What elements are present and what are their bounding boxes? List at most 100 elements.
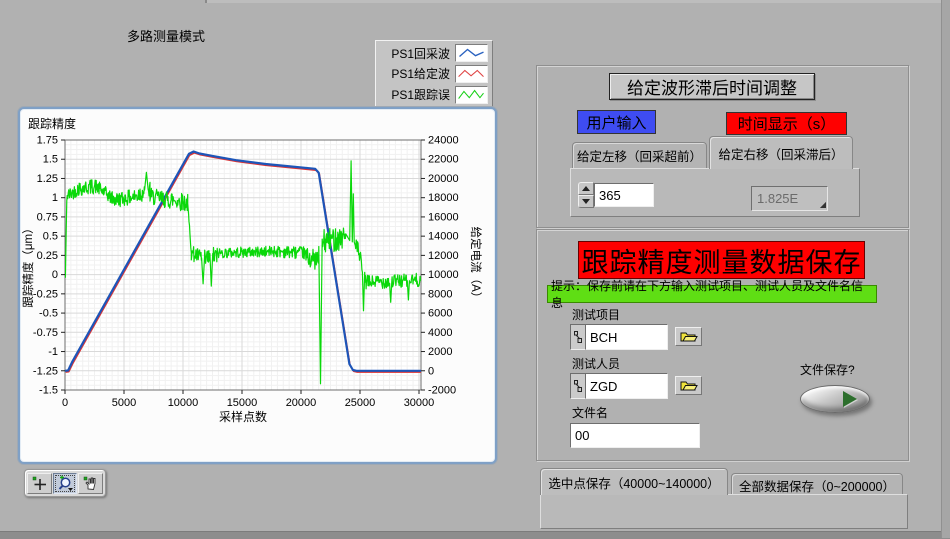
- folder-icon: [680, 330, 698, 343]
- resize-corner-icon: ◢: [820, 201, 826, 209]
- svg-text:18000: 18000: [428, 192, 459, 204]
- svg-text:12000: 12000: [428, 250, 459, 262]
- legend-line-icon[interactable]: [455, 44, 488, 62]
- svg-text:24000: 24000: [428, 135, 459, 147]
- graph-tool-palette: [24, 469, 106, 497]
- save-panel-title: 跟踪精度测量数据保存: [578, 241, 865, 279]
- file-save-button[interactable]: [800, 385, 870, 413]
- tab-label: 选中点保存（40000~140000）: [548, 473, 719, 492]
- svg-text:0.75: 0.75: [37, 211, 58, 223]
- svg-text:14000: 14000: [428, 231, 459, 243]
- labview-front-panel: { "header": { "mode_label": "多路测量模式" }, …: [0, 0, 950, 538]
- tab-label: 全部数据保存（0~200000）: [739, 476, 895, 495]
- svg-text:2000: 2000: [428, 346, 452, 358]
- svg-text:-2000: -2000: [428, 385, 456, 397]
- legend-label: PS1给定波: [391, 65, 450, 82]
- test-project-browse-button[interactable]: [675, 327, 702, 346]
- magnifier-icon: [57, 475, 74, 492]
- test-person-field: [570, 373, 668, 399]
- svg-text:20000: 20000: [286, 397, 317, 409]
- svg-text:0.5: 0.5: [43, 231, 58, 243]
- legend-item-error[interactable]: PS1跟踪误: [380, 85, 488, 105]
- spinner-down-icon: [582, 199, 590, 204]
- svg-text:0: 0: [428, 365, 434, 377]
- svg-text:4000: 4000: [428, 327, 452, 339]
- save-hint: 提示：保存前请在下方输入测试项目、测试人员及文件名信息: [547, 285, 877, 303]
- svg-text:跟踪精度（μm）: 跟踪精度（μm）: [21, 222, 35, 307]
- led-arrow-icon: [843, 391, 857, 407]
- legend-label: PS1回采波: [391, 45, 450, 62]
- svg-text:1.25: 1.25: [37, 173, 58, 185]
- svg-text:15000: 15000: [227, 397, 258, 409]
- graph-plot-area[interactable]: 0500010000150002000025000300001.751.51.2…: [20, 109, 495, 462]
- tab-save-all-data[interactable]: 全部数据保存（0~200000）: [731, 473, 903, 496]
- svg-text:给定电流（A）: 给定电流（A）: [469, 227, 483, 304]
- svg-text:-0.75: -0.75: [33, 327, 58, 339]
- svg-text:-1.25: -1.25: [33, 365, 58, 377]
- folder-icon: [680, 379, 698, 392]
- legend-item-readback[interactable]: PS1回采波: [380, 43, 488, 63]
- test-project-field: [570, 324, 668, 350]
- file-save-label: 文件保存?: [800, 361, 855, 378]
- svg-text:1.5: 1.5: [43, 154, 58, 166]
- svg-text:1: 1: [52, 192, 58, 204]
- tab-save-selected-points[interactable]: 选中点保存（40000~140000）: [540, 468, 728, 495]
- plot-legend: PS1回采波 PS1给定波 PS1跟踪误: [375, 40, 493, 108]
- svg-text:8000: 8000: [428, 288, 452, 300]
- tab-shift-left[interactable]: 给定左移（回采超前）: [572, 142, 707, 168]
- svg-text:10000: 10000: [428, 269, 459, 281]
- hand-icon: [82, 475, 99, 492]
- legend-line-icon[interactable]: [455, 65, 488, 83]
- legend-label: PS1跟踪误: [391, 86, 450, 103]
- time-value-display: 1.825E ◢: [751, 186, 828, 211]
- shift-value-spinner: [578, 182, 594, 208]
- svg-text:10000: 10000: [168, 397, 199, 409]
- svg-text:16000: 16000: [428, 211, 459, 223]
- svg-text:25000: 25000: [345, 397, 376, 409]
- svg-text:0: 0: [62, 397, 68, 409]
- path-glyph-icon: [570, 324, 585, 350]
- svg-text:-0.5: -0.5: [39, 308, 58, 320]
- svg-text:-1: -1: [48, 346, 58, 358]
- test-person-label: 测试人员: [572, 355, 620, 372]
- svg-text:5000: 5000: [112, 397, 136, 409]
- svg-text:6000: 6000: [428, 308, 452, 320]
- tab-shift-right[interactable]: 给定右移（回采滞后）: [709, 136, 853, 169]
- tab-label: 给定右移（回采滞后）: [718, 144, 843, 163]
- bottom-tab-page: [540, 494, 908, 529]
- svg-text:1.75: 1.75: [37, 135, 58, 147]
- svg-text:-0.25: -0.25: [33, 288, 58, 300]
- test-project-input[interactable]: [585, 324, 668, 350]
- shift-value-input[interactable]: [594, 183, 654, 207]
- test-person-input[interactable]: [585, 373, 668, 399]
- legend-item-setpoint[interactable]: PS1给定波: [380, 64, 488, 84]
- waveform-graph[interactable]: 跟踪精度 0500010000150002000025000300001.751…: [18, 107, 497, 464]
- time-display-label: 时间显示（s）: [726, 112, 847, 135]
- file-name-label: 文件名: [572, 404, 608, 421]
- test-project-label: 测试项目: [572, 306, 620, 323]
- svg-text:-1.5: -1.5: [39, 385, 58, 397]
- crosshair-icon: [31, 475, 48, 492]
- legend-line-icon[interactable]: [455, 86, 488, 104]
- spinner-up-button[interactable]: [578, 182, 594, 195]
- spinner-up-icon: [582, 186, 590, 191]
- window-right-edge: [941, 0, 950, 538]
- zoom-tool-button[interactable]: [53, 473, 78, 494]
- user-input-label: 用户输入: [577, 110, 656, 134]
- cursor-tool-button[interactable]: [27, 473, 52, 494]
- svg-text:22000: 22000: [428, 154, 459, 166]
- svg-text:0.25: 0.25: [37, 250, 58, 262]
- mode-label: 多路测量模式: [127, 26, 205, 45]
- svg-text:采样点数: 采样点数: [219, 409, 267, 424]
- pan-tool-button[interactable]: [78, 473, 103, 494]
- file-name-input[interactable]: [570, 423, 700, 448]
- svg-text:0: 0: [52, 269, 58, 281]
- time-value-text: 1.825E: [757, 191, 798, 206]
- svg-text:30000: 30000: [404, 397, 435, 409]
- tab-label: 给定左移（回采超前）: [577, 146, 702, 165]
- spinner-down-button[interactable]: [578, 195, 594, 208]
- window-top-seam: [205, 0, 950, 3]
- path-glyph-icon: [570, 373, 585, 399]
- svg-text:20000: 20000: [428, 173, 459, 185]
- test-person-browse-button[interactable]: [675, 376, 702, 395]
